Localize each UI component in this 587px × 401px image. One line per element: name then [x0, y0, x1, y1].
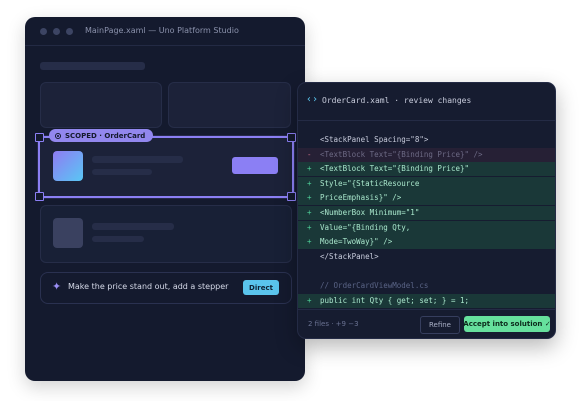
direct-button[interactable]: Direct [243, 280, 279, 295]
window-title: MainPage.xaml — Uno Platform Studio [85, 26, 239, 35]
diff-line: </StackPanel> [298, 250, 555, 264]
product-thumbnail [53, 151, 83, 181]
diff-text: <NumberBox Minimum="1" [320, 208, 420, 217]
diff-line: + public int Qty { get; set; } = 1; [298, 293, 555, 308]
diff-sign: + [307, 164, 312, 174]
window-zoom-dot[interactable] [66, 28, 73, 35]
resize-handle[interactable] [287, 133, 296, 142]
studio-titlebar: MainPage.xaml — Uno Platform Studio [25, 17, 305, 46]
diff-sign: + [307, 178, 312, 188]
diff-sign: - [307, 149, 312, 159]
window-close-dot[interactable] [40, 28, 47, 35]
diff-text: // OrderCardViewModel.cs [320, 281, 429, 290]
diff-line: <StackPanel Spacing="8"> [298, 133, 555, 147]
diff-line: + Mode=TwoWay}" /> [298, 235, 555, 250]
resize-handle[interactable] [35, 192, 44, 201]
diff-text: Style="{StaticResource [320, 178, 420, 188]
diff-text: </StackPanel> [320, 251, 379, 261]
resize-handle[interactable] [287, 192, 296, 201]
skeleton-line [92, 223, 174, 230]
diff-stat: 2 files · +9 −3 [308, 320, 359, 328]
diff-text: Value="{Binding Qty, [320, 222, 411, 232]
diff-text: <TextBlock Text="{Binding Price}" [320, 164, 470, 174]
diff-text: public int Qty { get; set; } = 1; [320, 295, 470, 305]
review-panel: ‹› OrderCard.xaml · review changes <Stac… [297, 82, 556, 339]
review-title: OrderCard.xaml · review changes [322, 96, 472, 105]
scoped-badge: SCOPED · OrderCard [49, 129, 154, 142]
diff-line: + PriceEmphasis}" /> [298, 191, 555, 206]
diff-sign: + [307, 222, 312, 232]
skeleton-line [92, 236, 144, 242]
review-footer: 2 files · +9 −3 Refine Accept into solut… [298, 309, 555, 338]
diff-sign: + [307, 237, 312, 247]
diff-line: - <TextBlock Text="{Binding Price}" /> [298, 147, 555, 162]
diff-line: + Value="{Binding Qty, [298, 220, 555, 235]
product-thumbnail [53, 218, 83, 248]
refine-button[interactable]: Refine [420, 316, 460, 334]
diff-sign: + [307, 295, 312, 305]
diff-text: PriceEmphasis}" /> [320, 193, 402, 203]
card-action-button[interactable] [232, 157, 278, 174]
prompt-bar[interactable]: ✦ Make the price stand out, add a steppe… [40, 272, 292, 304]
target-icon [55, 132, 61, 139]
placeholder-card[interactable] [168, 82, 291, 128]
review-header: ‹› OrderCard.xaml · review changes [298, 83, 555, 121]
diff-line: + Style="{StaticResource [298, 176, 555, 191]
resize-handle[interactable] [35, 133, 44, 142]
skeleton-heading [40, 62, 145, 70]
diff-line: + <NumberBox Minimum="1" [298, 206, 555, 220]
scoped-badge-label: SCOPED · OrderCard [65, 131, 146, 140]
sparkle-icon: ✦ [52, 280, 62, 293]
prompt-text[interactable]: Make the price stand out, add a stepper [68, 282, 228, 291]
accept-into-solution-button[interactable]: Accept into solution ✓ [463, 316, 551, 332]
diff-sign: + [307, 193, 312, 203]
diff-line [298, 264, 555, 278]
diff-line: + <TextBlock Text="{Binding Price}" [298, 162, 555, 177]
placeholder-card[interactable] [40, 82, 162, 128]
window-minimize-dot[interactable] [53, 28, 60, 35]
diff-text: <TextBlock Text="{Binding Price}" /> [320, 149, 483, 159]
diff-line: // OrderCardViewModel.cs [298, 279, 555, 293]
skeleton-line [92, 169, 152, 175]
studio-window: MainPage.xaml — Uno Platform Studio SCOP… [25, 17, 305, 381]
diff-text: <StackPanel Spacing="8"> [320, 135, 429, 144]
code-brackets-icon: ‹› [306, 94, 319, 105]
skeleton-line [92, 156, 183, 163]
diff-sign: + [307, 208, 312, 217]
diff-text: Mode=TwoWay}" /> [320, 237, 393, 247]
